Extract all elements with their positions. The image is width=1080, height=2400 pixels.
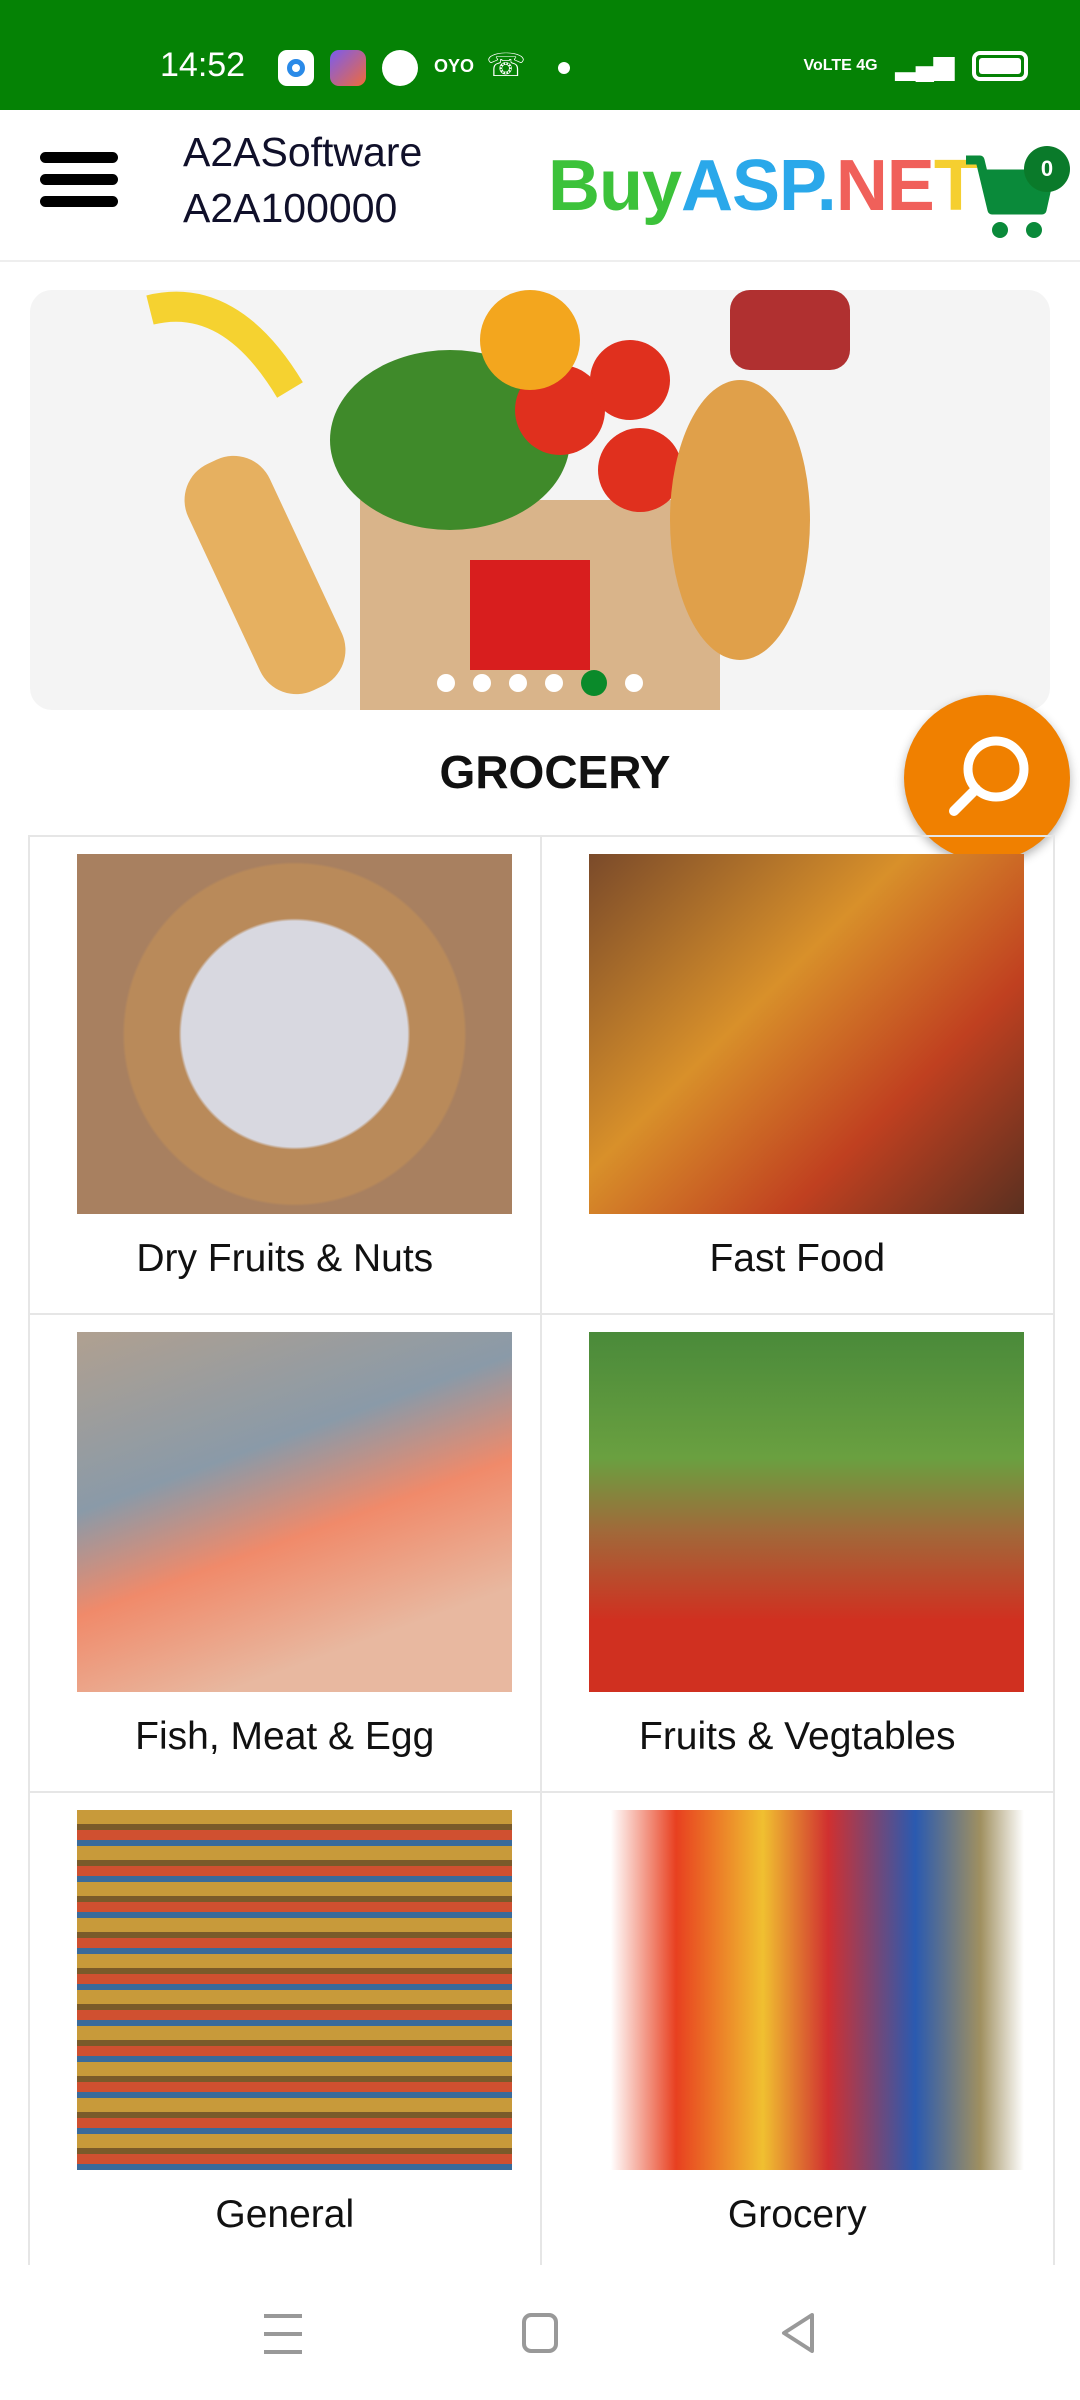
account-info: A2ASoftware A2A100000 [183, 124, 422, 236]
carousel-dot[interactable] [545, 674, 563, 692]
category-card[interactable]: Dry Fruits & Nuts [30, 835, 542, 1313]
system-nav-bar [0, 2265, 1080, 2400]
category-card[interactable]: Fruits & Vegtables [541, 1313, 1053, 1791]
category-card[interactable]: Fast Food [541, 835, 1053, 1313]
recent-apps-icon[interactable] [264, 2313, 302, 2355]
category-image [588, 1810, 1024, 2170]
cart-count-badge: 0 [1024, 146, 1070, 192]
back-icon[interactable] [780, 2313, 816, 2353]
category-image [588, 854, 1024, 1214]
carousel-dot[interactable] [509, 674, 527, 692]
shortcut-app-icon [330, 50, 366, 86]
category-label: General [215, 2193, 355, 2236]
category-image [77, 854, 512, 1214]
category-label: Fruits & Vegtables [639, 1715, 956, 1758]
category-label: Fast Food [709, 1237, 886, 1280]
circle-app-icon [278, 50, 314, 86]
dot-icon [558, 62, 570, 74]
account-code: A2A100000 [183, 185, 398, 231]
category-image [77, 1332, 512, 1692]
category-image [588, 1332, 1024, 1692]
promo-banner[interactable] [30, 290, 1050, 710]
category-grid: Dry Fruits & Nuts Fast Food Fish, Meat &… [28, 835, 1055, 2269]
company-name: A2ASoftware [183, 129, 423, 175]
carousel-dot[interactable] [437, 674, 455, 692]
status-bar: 14:52 OYO ☏ VoLTE 4G ▂▄▆ [0, 0, 1080, 110]
battery-icon [972, 50, 1028, 81]
home-icon[interactable] [522, 2313, 558, 2353]
clover-icon [382, 50, 418, 86]
app-header: A2ASoftware A2A100000 BuyASP.NET 0 [0, 110, 1080, 262]
logo[interactable]: BuyASP.NET [548, 145, 978, 227]
signal-icon: ▂▄▆ [895, 50, 954, 80]
missed-call-icon: ☏ [486, 47, 527, 83]
network-label: VoLTE 4G [803, 56, 878, 74]
carousel-indicator [30, 670, 1050, 696]
clock: 14:52 [160, 46, 246, 84]
category-card[interactable]: Fish, Meat & Egg [30, 1313, 542, 1791]
category-image [77, 1810, 512, 2170]
category-label: Fish, Meat & Egg [135, 1715, 435, 1758]
category-card[interactable]: Grocery [541, 1791, 1053, 2269]
category-card[interactable]: General [30, 1791, 542, 2269]
banner-image [146, 290, 850, 710]
carousel-dot[interactable] [473, 674, 491, 692]
oyo-icon: OYO [434, 56, 475, 76]
menu-icon[interactable] [40, 152, 118, 212]
carousel-dot-active[interactable] [581, 670, 607, 696]
carousel-dot[interactable] [625, 674, 643, 692]
category-label: Dry Fruits & Nuts [136, 1237, 434, 1280]
category-label: Grocery [727, 2193, 867, 2236]
